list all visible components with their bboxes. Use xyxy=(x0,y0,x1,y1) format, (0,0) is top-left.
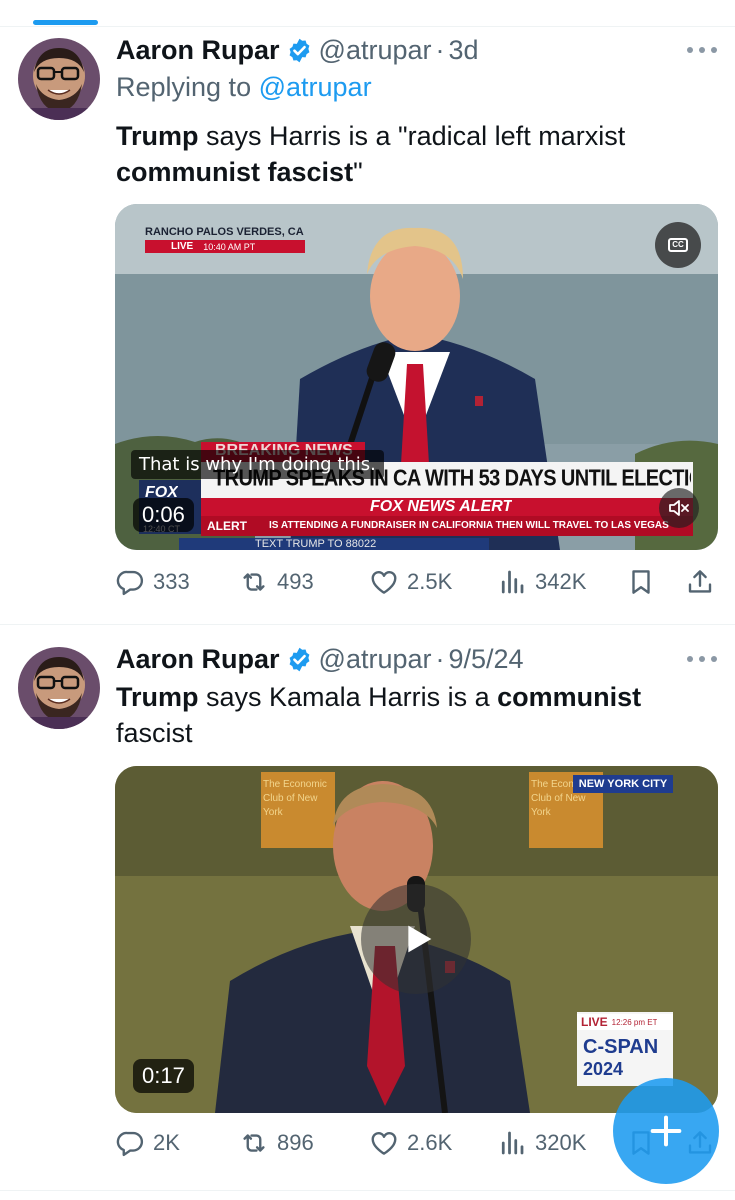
author-handle[interactable]: @atrupar xyxy=(319,644,432,675)
verified-badge-icon xyxy=(289,38,309,62)
avatar[interactable] xyxy=(18,38,100,120)
replying-mention[interactable]: @atrupar xyxy=(259,72,372,102)
cspan-live-time: 12:26 pm ET xyxy=(611,1017,658,1027)
views-button[interactable]: 342K xyxy=(497,564,586,600)
cspan-live-label: LIVE xyxy=(581,1015,608,1029)
tweet-1[interactable]: Aaron Rupar @atrupar · 3d Replying to @a… xyxy=(0,28,735,624)
text-2: " xyxy=(353,157,363,187)
views-icon xyxy=(501,1131,524,1155)
cspan-live-bar: LIVE 12:26 pm ET xyxy=(577,1014,673,1030)
alert-banner-text: FOX NEWS ALERT xyxy=(370,498,513,515)
repost-icon xyxy=(243,1134,265,1152)
repost-count: 493 xyxy=(277,569,314,594)
verified-badge-icon xyxy=(289,647,309,671)
replying-to: Replying to @atrupar xyxy=(116,72,372,103)
reply-count: 333 xyxy=(153,569,190,594)
more-icon[interactable] xyxy=(687,651,717,667)
compose-button[interactable] xyxy=(613,1078,719,1184)
views-count: 342K xyxy=(535,569,587,594)
lower-strip-text: TEXT TRUMP TO 88022 xyxy=(255,538,377,550)
mute-icon[interactable] xyxy=(659,488,699,528)
like-button[interactable]: 2.5K xyxy=(369,564,452,600)
active-tab-indicator[interactable] xyxy=(33,20,98,25)
location-banner: RANCHO PALOS VERDES, CA LIVE 10:40 AM PT xyxy=(145,226,305,254)
share-icon xyxy=(688,570,712,593)
video-player[interactable]: RANCHO PALOS VERDES, CA LIVE 10:40 AM PT… xyxy=(115,204,718,550)
ticker-label: ALERT xyxy=(207,519,247,533)
separator-dot: · xyxy=(435,34,445,65)
text-bold-1: Trump xyxy=(116,682,199,712)
video-caption: That is why I'm doing this. xyxy=(131,450,384,479)
avatar[interactable] xyxy=(18,647,100,729)
bookmark-icon xyxy=(632,570,650,594)
sign-left: The Economic Club of New York xyxy=(263,779,327,818)
timestamp[interactable]: 9/5/24 xyxy=(449,644,524,675)
compose-icon xyxy=(650,1115,682,1147)
like-button[interactable]: 2.6K xyxy=(369,1125,452,1161)
repost-button[interactable]: 896 xyxy=(239,1125,314,1161)
text-bold-2: communist fascist xyxy=(116,157,354,187)
text-1: says Kamala Harris is a xyxy=(198,682,498,712)
views-count: 320K xyxy=(535,1130,587,1155)
live-time: 10:40 AM PT xyxy=(203,241,256,252)
like-icon xyxy=(371,571,397,594)
more-icon[interactable] xyxy=(687,42,717,58)
reply-button[interactable]: 2K xyxy=(115,1125,180,1161)
share-button[interactable] xyxy=(685,564,715,600)
repost-button[interactable]: 493 xyxy=(239,564,314,600)
video-duration: 0:06 xyxy=(133,498,194,532)
text-2: fascist xyxy=(116,718,193,748)
cspan-logo: C-SPAN xyxy=(583,1036,659,1058)
tweet-text: Trump says Harris is a "radical left mar… xyxy=(116,118,706,190)
text-bold-2: communist xyxy=(497,682,642,712)
reply-count: 2K xyxy=(153,1130,180,1155)
closed-captions-icon[interactable]: CC xyxy=(655,222,701,268)
cspan-year: 2024 xyxy=(583,1059,624,1079)
author-name[interactable]: Aaron Rupar xyxy=(116,644,280,675)
views-button[interactable]: 320K xyxy=(497,1125,586,1161)
play-icon[interactable] xyxy=(361,884,471,994)
separator-dot: · xyxy=(435,643,445,674)
video-duration: 0:17 xyxy=(133,1059,194,1093)
like-icon xyxy=(371,1132,397,1155)
location-text: RANCHO PALOS VERDES, CA xyxy=(145,226,304,238)
timestamp[interactable]: 3d xyxy=(449,35,479,66)
author-handle[interactable]: @atrupar xyxy=(319,35,432,66)
ticker-text: IS ATTENDING A FUNDRAISER IN CALIFORNIA … xyxy=(269,520,669,531)
tweet-header: Aaron Rupar @atrupar · 3d xyxy=(116,34,479,66)
like-count: 2.6K xyxy=(407,1130,453,1155)
views-icon xyxy=(501,570,524,594)
author-name[interactable]: Aaron Rupar xyxy=(116,35,280,66)
reply-icon xyxy=(116,570,144,596)
tweet-header: Aaron Rupar @atrupar · 9/5/24 xyxy=(116,643,524,675)
video-player[interactable]: The Economic Club of New York The Econom… xyxy=(115,766,718,1113)
tweet-divider xyxy=(0,1190,735,1191)
reply-button[interactable]: 333 xyxy=(115,564,190,600)
live-bar: LIVE 10:40 AM PT xyxy=(145,240,305,253)
tab-bar xyxy=(0,0,735,27)
bookmark-button[interactable] xyxy=(626,564,656,600)
tweet-text: Trump says Kamala Harris is a communist … xyxy=(116,679,706,751)
text-bold-1: Trump xyxy=(116,121,199,151)
tweet-actions: 333 493 2.5K 342K xyxy=(115,564,718,600)
like-count: 2.5K xyxy=(407,569,453,594)
location-tag: NEW YORK CITY xyxy=(573,775,673,793)
reply-icon xyxy=(116,1131,144,1157)
repost-count: 896 xyxy=(277,1130,314,1155)
live-label: LIVE xyxy=(171,241,194,252)
text-1: says Harris is a "radical left marxist xyxy=(198,121,626,151)
repost-icon xyxy=(243,573,265,591)
replying-prefix: Replying to xyxy=(116,72,252,102)
